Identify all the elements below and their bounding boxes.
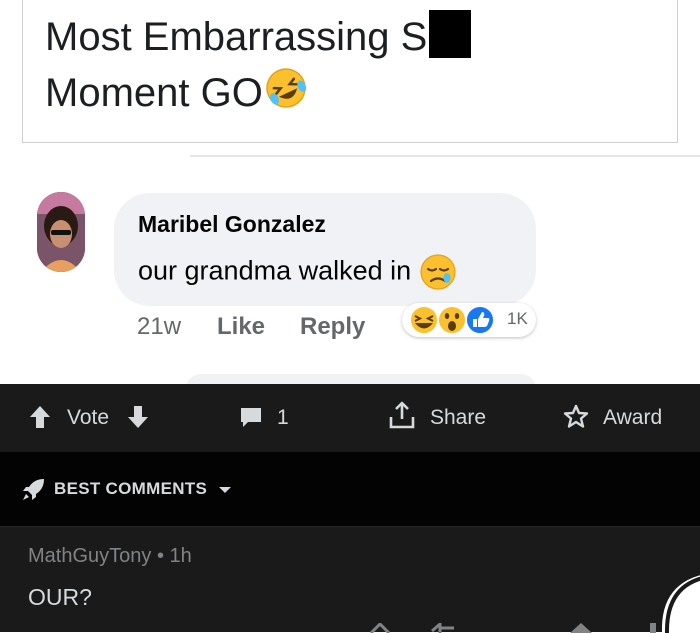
comment-age: 1h — [169, 545, 192, 567]
share-icon — [389, 401, 415, 429]
upvote-icon[interactable] — [28, 404, 52, 430]
comments-button[interactable]: 1 — [238, 404, 298, 432]
post-action-bar: Vote 1 Share Award — [0, 384, 700, 452]
like-link[interactable]: Like — [217, 313, 265, 341]
share-label: Share — [430, 406, 487, 429]
chevron-down-icon — [219, 487, 231, 493]
sort-label: BEST COMMENTS — [54, 479, 208, 498]
redaction-box — [429, 10, 472, 58]
rocket-icon — [23, 479, 44, 500]
comment-icon — [241, 408, 261, 427]
award-button[interactable]: Award — [562, 404, 672, 432]
thumbs-up-icon — [465, 305, 495, 335]
avatar[interactable] — [37, 192, 85, 272]
divider — [190, 155, 700, 157]
comment-sort-bar[interactable]: BEST COMMENTS — [0, 452, 700, 526]
comment-text-content: our grandma walked in — [138, 255, 412, 286]
post-line-1: Most Embarrassing S — [45, 9, 472, 65]
comment-text: our grandma walked in — [138, 253, 457, 292]
award-label: Award — [603, 406, 663, 429]
floating-action-button[interactable] — [660, 573, 700, 633]
comment-author[interactable]: MathGuyTony — [28, 545, 151, 567]
vote-label: Vote — [67, 406, 110, 429]
reply-icon[interactable] — [430, 623, 454, 633]
comment-time[interactable]: 21w — [137, 313, 181, 341]
reactions-pill[interactable]: 1K — [402, 303, 536, 337]
next-comment-bubble — [186, 374, 536, 384]
rolling-laughing-emoji — [263, 65, 309, 126]
meta-separator: • — [156, 545, 164, 567]
wow-emoji — [437, 305, 467, 335]
reaction-count: 1K — [507, 309, 528, 328]
share-button[interactable]: Share — [388, 401, 498, 432]
downvote-icon[interactable] — [126, 404, 150, 430]
post-card: Most Embarrassing S Moment GO — [22, 0, 678, 143]
downvote-icon[interactable] — [606, 623, 660, 633]
sleepy-face-emoji — [419, 253, 457, 292]
vote-control: Vote — [28, 404, 154, 432]
post-line-2: Moment GO — [45, 65, 471, 126]
comment-bubble: Maribel Gonzalez our grandma walked in — [114, 193, 536, 306]
reddit-panel: Vote 1 Share Award BEST COMMENTS MathGuy… — [0, 384, 700, 633]
comment-count: 1 — [277, 406, 289, 429]
comment-body: OUR? — [28, 584, 92, 610]
post-line-1-text: Most Embarrassing S — [45, 15, 428, 59]
comment-author[interactable]: Maribel Gonzalez — [138, 211, 326, 238]
top-comment: MathGuyTony • 1h OUR? — [0, 526, 700, 633]
award-icon — [563, 404, 589, 428]
reply-link[interactable]: Reply — [300, 313, 365, 341]
post-text: Most Embarrassing S Moment GO — [45, 9, 472, 126]
post-line-2-text: Moment GO — [45, 71, 263, 116]
facebook-screenshot: Most Embarrassing S Moment GO Maribel Go… — [0, 0, 700, 384]
menu-icon[interactable] — [369, 623, 391, 633]
upvote-icon[interactable] — [570, 623, 592, 633]
laughing-emoji — [409, 305, 439, 335]
comment-meta: MathGuyTony • 1h — [28, 545, 192, 568]
